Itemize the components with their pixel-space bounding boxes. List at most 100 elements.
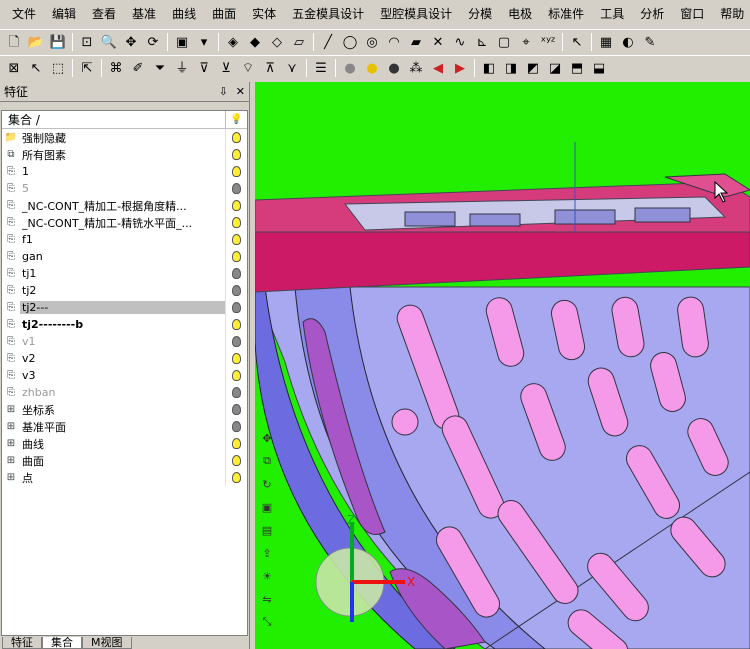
feature-icon[interactable]: ⌘ — [106, 58, 126, 78]
filter-a-icon[interactable]: ⏷ — [150, 58, 170, 78]
wireframe-icon[interactable]: ◇ — [267, 32, 287, 52]
visibility-toggle[interactable] — [225, 231, 247, 248]
tree-row[interactable]: ⊞ 基准平面 — [2, 418, 247, 435]
open-icon[interactable]: 📂 — [26, 32, 46, 52]
palette-icon[interactable]: ▦ — [596, 32, 616, 52]
edit-feature-icon[interactable]: ✐ — [128, 58, 148, 78]
visibility-toggle[interactable] — [225, 452, 247, 469]
list-icon[interactable]: ☰ — [311, 58, 331, 78]
menu-item[interactable]: 文件 — [4, 0, 44, 29]
cross-icon[interactable]: ✕ — [428, 32, 448, 52]
scale-icon[interactable]: ⤡ — [258, 614, 276, 630]
tree-row[interactable]: ⎘ _NC-CONT_精加工-根据角度精... — [2, 197, 247, 214]
menu-item[interactable]: 基准 — [124, 0, 164, 29]
menu-item[interactable]: 五金模具设计 — [284, 0, 372, 29]
visibility-toggle[interactable] — [225, 469, 247, 486]
visibility-toggle[interactable] — [225, 146, 247, 163]
axis-icon[interactable]: ⊾ — [472, 32, 492, 52]
visibility-toggle[interactable] — [225, 129, 247, 146]
line-icon[interactable]: ╱ — [318, 32, 338, 52]
box-icon[interactable]: ▣ — [258, 499, 276, 515]
tree-row[interactable]: ⎘ 1 — [2, 163, 247, 180]
fill-icon[interactable]: ◐ — [618, 32, 638, 52]
point-icon[interactable]: ◎ — [362, 32, 382, 52]
panel-tab[interactable]: M视图 — [82, 637, 132, 649]
tree-row[interactable]: ⎘ tj2--- — [2, 299, 247, 316]
select-box-icon[interactable]: ⬚ — [48, 58, 68, 78]
tree-row[interactable]: ⎘ tj2--------b — [2, 316, 247, 333]
menu-item[interactable]: 查看 — [84, 0, 124, 29]
select-extra-icon[interactable]: ⇱ — [77, 58, 97, 78]
visibility-toggle[interactable] — [225, 265, 247, 282]
circle-icon[interactable]: ◯ — [340, 32, 360, 52]
filter-e-icon[interactable]: ⌔ — [238, 58, 258, 78]
menu-item[interactable]: 实体 — [244, 0, 284, 29]
view-back-icon[interactable]: ◨ — [501, 58, 521, 78]
tree-row[interactable]: ⎘ 5 — [2, 180, 247, 197]
visibility-toggle[interactable] — [225, 418, 247, 435]
visibility-toggle[interactable] — [225, 350, 247, 367]
tree-row[interactable]: ⊞ 点 — [2, 469, 247, 486]
plane-icon[interactable]: ▰ — [406, 32, 426, 52]
shade-mode-icon[interactable]: ◈ — [223, 32, 243, 52]
visibility-toggle[interactable] — [225, 401, 247, 418]
tree-row[interactable]: 📁 强制隐藏 — [2, 129, 247, 146]
cursor-icon[interactable]: ↖ — [567, 32, 587, 52]
box-view-icon[interactable]: ▣ — [172, 32, 192, 52]
bulb-group-icon[interactable]: ⁂ — [406, 58, 426, 78]
tree-row[interactable]: ⎘ gan — [2, 248, 247, 265]
menu-item[interactable]: 电极 — [500, 0, 540, 29]
menu-item[interactable]: 曲线 — [164, 0, 204, 29]
menu-item[interactable]: 标准件 — [540, 0, 592, 29]
tree-row[interactable]: ⊞ 坐标系 — [2, 401, 247, 418]
view-right-icon[interactable]: ◪ — [545, 58, 565, 78]
tree-row[interactable]: ⎘ v3 — [2, 367, 247, 384]
new-icon[interactable]: 🗋 — [4, 32, 24, 52]
zoom-fit-icon[interactable]: ⊡ — [77, 32, 97, 52]
arrow-right-icon[interactable]: ▶ — [450, 58, 470, 78]
visibility-toggle[interactable] — [225, 248, 247, 265]
bulb-on-icon[interactable]: ● — [362, 58, 382, 78]
view-left-icon[interactable]: ◩ — [523, 58, 543, 78]
filter-d-icon[interactable]: ⊻ — [216, 58, 236, 78]
zoom-window-icon[interactable]: 🔍 — [99, 32, 119, 52]
hidden-line-icon[interactable]: ▱ — [289, 32, 309, 52]
view-front-icon[interactable]: ◧ — [479, 58, 499, 78]
coord-icon[interactable]: ⌖ — [516, 32, 536, 52]
visibility-toggle[interactable] — [225, 384, 247, 401]
visibility-toggle[interactable] — [225, 214, 247, 231]
save-icon[interactable]: 💾 — [48, 32, 68, 52]
frame-icon[interactable]: ▢ — [494, 32, 514, 52]
tree-row[interactable]: ⊞ 曲线 — [2, 435, 247, 452]
rotate-view-icon[interactable]: ↻ — [258, 476, 276, 492]
xyz-icon[interactable]: ˣʸᶻ — [538, 32, 558, 52]
arc-icon[interactable]: ◠ — [384, 32, 404, 52]
filter-c-icon[interactable]: ⊽ — [194, 58, 214, 78]
menu-item[interactable]: 工具 — [592, 0, 632, 29]
spline-icon[interactable]: ∿ — [450, 32, 470, 52]
bulb-off-icon[interactable]: ● — [384, 58, 404, 78]
menu-item[interactable]: 窗口 — [672, 0, 712, 29]
mirror-icon[interactable]: ⇋ — [258, 591, 276, 607]
visibility-toggle[interactable] — [225, 435, 247, 452]
arrow-left-icon[interactable]: ◀ — [428, 58, 448, 78]
menu-item[interactable]: 分析 — [632, 0, 672, 29]
rotate-icon[interactable]: ⟳ — [143, 32, 163, 52]
select-arrow-icon[interactable]: ↖ — [26, 58, 46, 78]
zoom-pan-icon[interactable]: ✥ — [121, 32, 141, 52]
visibility-header-icon[interactable]: 💡 — [225, 110, 247, 129]
visibility-toggle[interactable] — [225, 367, 247, 384]
dropdown-icon[interactable]: ▾ — [194, 32, 214, 52]
tree-row[interactable]: ⎘ v2 — [2, 350, 247, 367]
visibility-toggle[interactable] — [225, 316, 247, 333]
pin-icon[interactable]: ⇩ — [219, 85, 228, 98]
shade-alt-icon[interactable]: ◆ — [245, 32, 265, 52]
visibility-toggle[interactable] — [225, 163, 247, 180]
tree-row[interactable]: ⎘ f1 — [2, 231, 247, 248]
tree-row[interactable]: ⧉ 所有图素 — [2, 146, 247, 163]
tree-row[interactable]: ⎘ tj1 — [2, 265, 247, 282]
filter-g-icon[interactable]: ⋎ — [282, 58, 302, 78]
panel-tab[interactable]: 特征 — [2, 637, 42, 649]
menu-item[interactable]: 曲面 — [204, 0, 244, 29]
move-icon[interactable]: ✥ — [258, 430, 276, 446]
